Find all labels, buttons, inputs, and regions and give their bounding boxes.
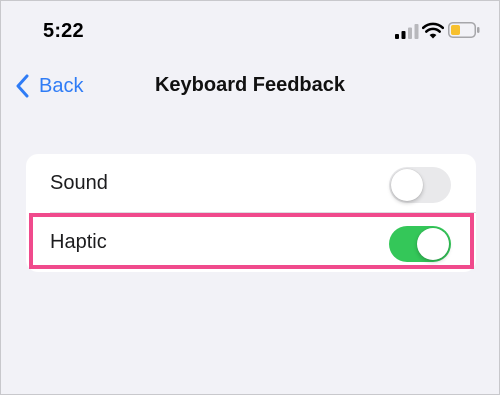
wifi-icon bbox=[422, 22, 444, 39]
sound-toggle[interactable] bbox=[389, 167, 451, 203]
navigation-bar: Back Keyboard Feedback bbox=[1, 61, 499, 111]
setting-label-haptic: Haptic bbox=[50, 231, 107, 253]
feedback-settings-group: Sound Haptic bbox=[26, 154, 476, 272]
toggle-knob bbox=[391, 169, 423, 201]
cellular-signal-icon bbox=[395, 24, 419, 39]
battery-icon bbox=[448, 22, 480, 38]
setting-row-haptic: Haptic bbox=[26, 213, 476, 272]
toggle-knob bbox=[417, 228, 449, 260]
setting-label-sound: Sound bbox=[50, 172, 108, 194]
status-time: 5:22 bbox=[43, 20, 84, 42]
status-bar: 5:22 bbox=[1, 1, 499, 61]
page-title: Keyboard Feedback bbox=[154, 74, 346, 96]
haptic-toggle[interactable] bbox=[389, 226, 451, 262]
setting-row-sound: Sound bbox=[26, 154, 476, 213]
keyboard-feedback-screen: 5:22 Back Keyboard Feedback Sound Haptic bbox=[0, 0, 500, 395]
